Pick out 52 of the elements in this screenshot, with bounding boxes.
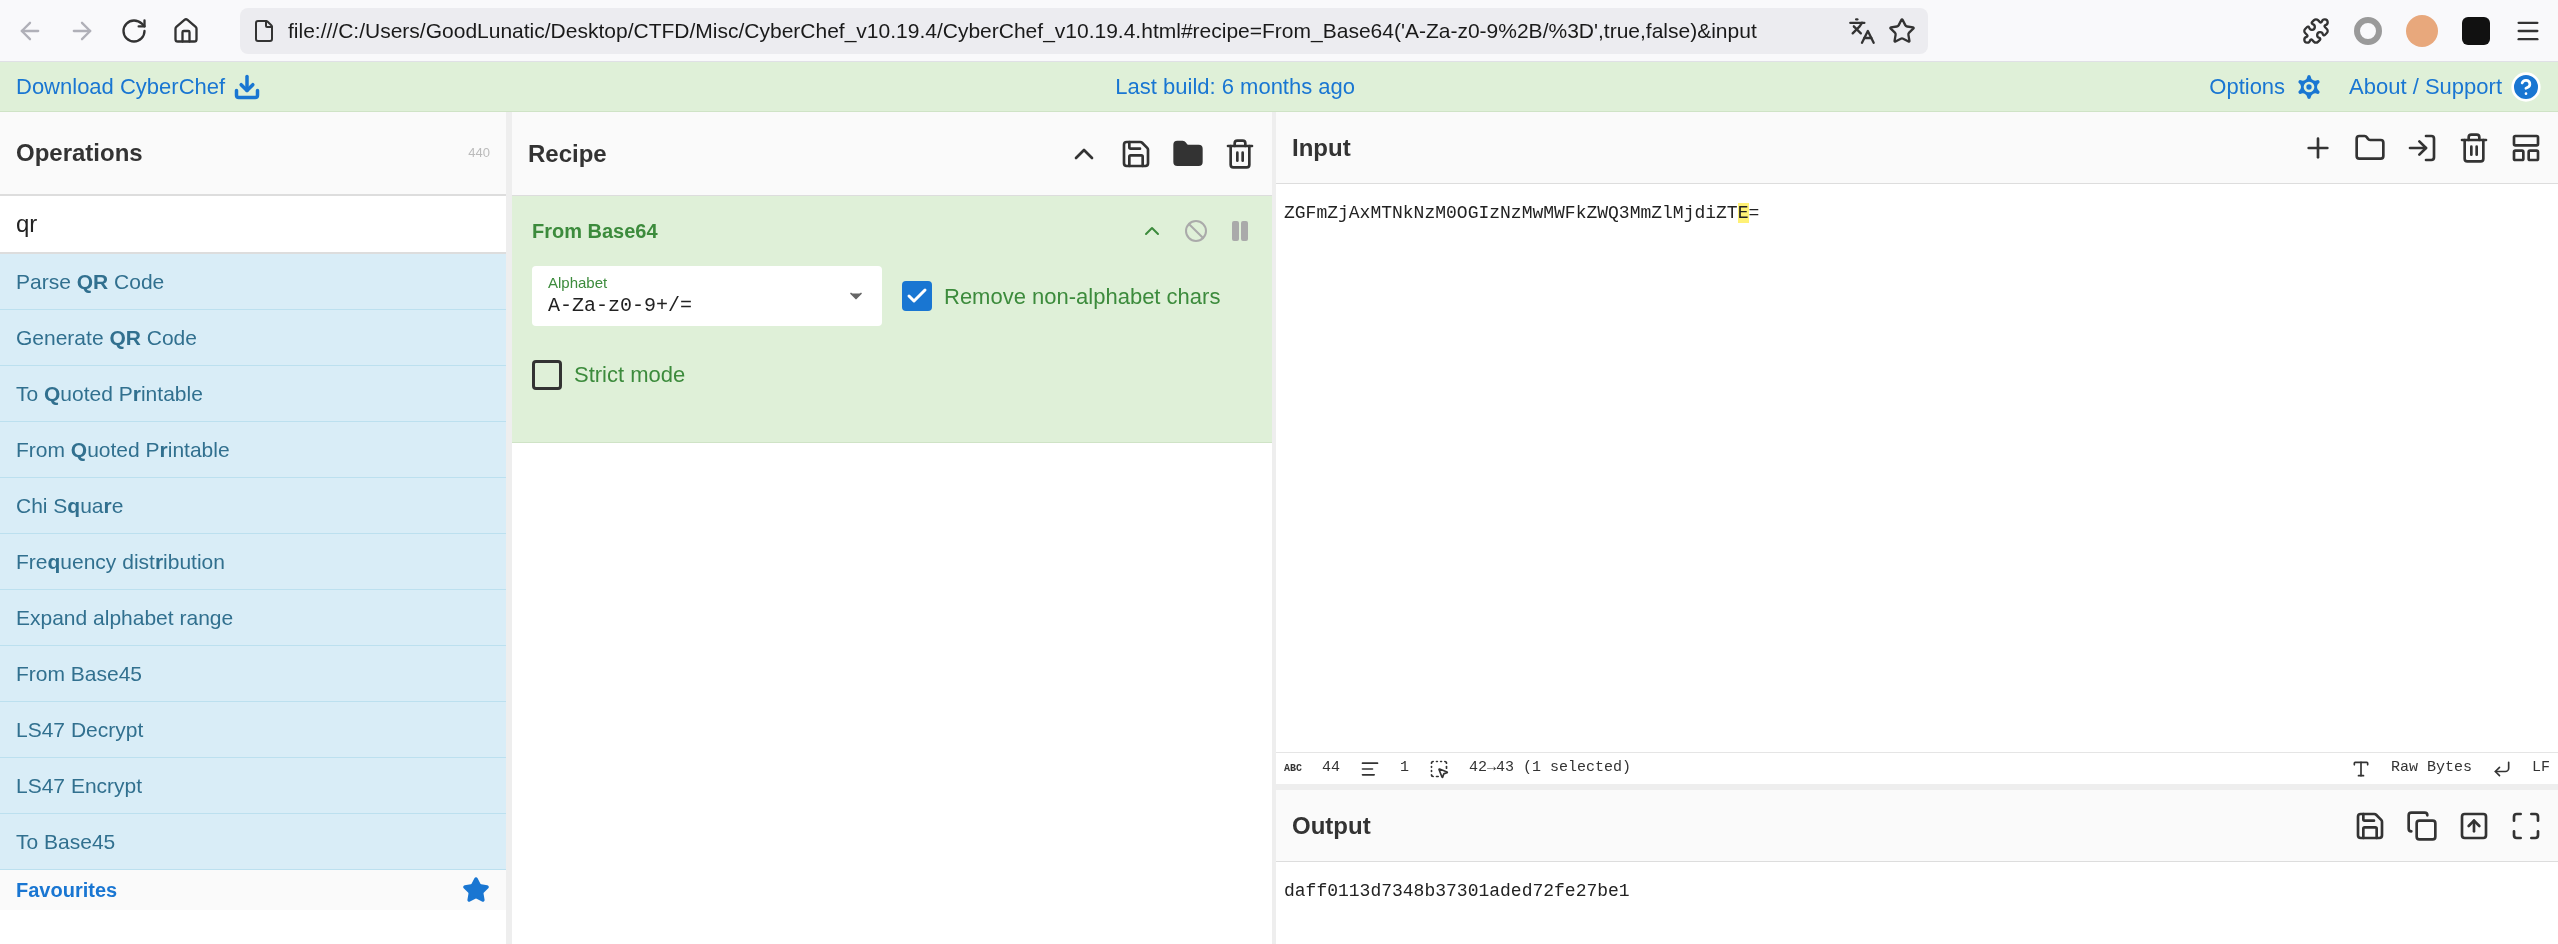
operation-item[interactable]: Expand alphabet range [0,590,506,646]
operation-count: 440 [468,144,490,163]
extensions-icon[interactable] [2302,16,2330,45]
checkbox[interactable] [532,359,562,390]
address-bar[interactable]: file:///C:/Users/GoodLunatic/Desktop/CTFD/Misc/CyberChef_v10.19.4/CyberChef_v10.19.4.html#recipe=From_Base64('A-Za-z0-9%2B/%3D',true,false)&input [240,7,1928,54]
bookmark-icon[interactable] [1888,16,1916,45]
field-label: Alphabet [548,274,609,293]
checkbox[interactable] [902,281,932,311]
selection-icon [1429,758,1450,779]
translate-icon[interactable] [1848,16,1876,45]
panel-title: Output [1292,810,1371,841]
selection-value: 42→43 (1 selected) [1469,758,1632,779]
alphabet-dropdown[interactable]: Alphabet A-Za-z0-9+/= [532,266,882,326]
operation-item[interactable]: Chi Square [0,478,506,534]
operation-item[interactable]: To Base45 [0,814,506,870]
panel-title: Recipe [528,138,607,169]
panel-title: Input [1292,132,1351,163]
delete-icon[interactable] [1224,137,1256,170]
operation-item[interactable]: Generate QR Code [0,310,506,366]
operation-item[interactable]: LS47 Encrypt [0,758,506,814]
output-text: daff0113d7348b37301aded72fe27be1 [1284,881,1630,901]
encoding-button[interactable]: Raw Bytes [2390,757,2472,780]
operation-item[interactable]: From Quoted Printable [0,422,506,478]
lines-value: 1 [1400,758,1410,779]
operation-item[interactable]: Frequency distribution [0,534,506,590]
checkbox-label: Remove non-alphabet chars [944,282,1221,311]
last-build-text: Last build: 6 months ago [1114,73,1357,101]
copy-icon[interactable] [2406,809,2438,842]
checkbox-label: Strict mode [574,361,686,389]
eol-button[interactable]: LF [2532,757,2550,780]
reload-icon[interactable] [120,16,148,45]
star-icon [462,876,490,904]
file-icon [252,18,276,43]
panel-title: Operations [16,138,143,168]
input-text[interactable]: ZGFmZjAxMTNkNzM0OGIzNzMwMWFkZWQ3MmZlMjdiZTE= [1284,203,1760,223]
about-link[interactable]: About / Support [2349,70,2542,103]
length-label: ABC [1284,762,1302,776]
operation-item[interactable]: Parse QR Code [0,254,506,310]
url-text: file:///C:/Users/GoodLunatic/Desktop/CTFD/Misc/CyberChef_v10.19.4/CyberChef_v10.19.4.html#recipe=From_Base64('A-Za-z0-9%2B/%3D',true,false)&input [288,17,1758,45]
operation-title: From Base64 [532,219,658,244]
help-icon [2510,70,2542,103]
download-link[interactable]: Download CyberChef [16,70,262,103]
operation-item[interactable]: To Quoted Printable [0,366,506,422]
download-icon [233,72,262,101]
home-icon[interactable] [172,16,200,45]
field-value: A-Za-z0-9+/= [548,292,694,318]
delete-icon[interactable] [2458,131,2490,164]
operation-item[interactable]: LS47 Decrypt [0,702,506,758]
options-link[interactable]: Options [2209,70,2326,103]
operation-item[interactable]: From Base45 [0,646,506,702]
category-header[interactable]: Favourites [0,870,506,910]
length-value: 44 [1322,758,1341,779]
